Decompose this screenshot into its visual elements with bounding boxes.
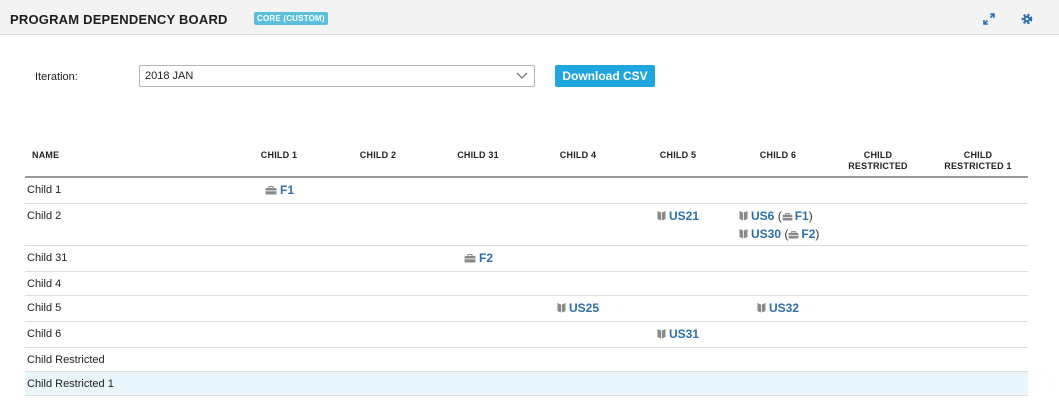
feature-icon	[265, 186, 277, 195]
table-row: Child 4	[25, 272, 1028, 296]
column-header-8: CHILD RESTRICTED 1	[944, 150, 1012, 171]
row-name: Child Restricted	[27, 354, 105, 366]
column-header-6: CHILD 6	[759, 150, 797, 160]
board-header: PROGRAM DEPENDENCY BOARD CORE (CUSTOM)	[0, 0, 1059, 35]
row-name: Child 2	[27, 210, 62, 222]
feature-icon	[788, 231, 799, 239]
story-link-us30[interactable]: US30 (F2)	[739, 227, 819, 241]
column-header-0: NAME	[32, 150, 60, 160]
table-row: Child 31 F2	[25, 246, 1028, 272]
column-header-7: CHILD RESTRICTED	[848, 150, 908, 171]
story-link-us21[interactable]: US21	[657, 209, 699, 223]
row-name: Child 4	[27, 278, 62, 290]
table-row: Child 6 US31	[25, 322, 1028, 348]
story-link-us32[interactable]: US32	[757, 301, 799, 315]
story-link-us6[interactable]: US6 (F1)	[739, 209, 813, 223]
story-icon	[739, 211, 748, 221]
column-header-4: CHILD 4	[559, 150, 597, 160]
row-name: Child 31	[27, 252, 68, 264]
story-icon	[557, 303, 566, 313]
table-row: Child 5 US25 US32	[25, 296, 1028, 322]
story-link-us25[interactable]: US25	[557, 301, 599, 315]
column-header-2: CHILD 2	[359, 150, 397, 160]
row-name: Child Restricted 1	[27, 378, 114, 390]
feature-icon	[464, 254, 476, 263]
story-icon	[657, 211, 666, 221]
table-header-row: NAME CHILD 1 CHILD 2 CHILD 31 CHILD 4 CHILD 5…	[25, 140, 1028, 178]
column-header-1: CHILD 1	[260, 150, 298, 160]
column-header-5: CHILD 5	[659, 150, 697, 160]
type-badge: CORE (CUSTOM)	[254, 12, 328, 25]
feature-link-f2[interactable]: F2	[464, 251, 493, 265]
download-csv-button[interactable]: Download CSV	[555, 65, 655, 87]
table-row: Child Restricted 1	[25, 372, 1028, 396]
story-icon	[657, 329, 666, 339]
row-name: Child 5	[27, 302, 62, 314]
row-name: Child 6	[27, 328, 62, 340]
iteration-value: 2018 JAN	[145, 70, 194, 82]
feature-link-f1[interactable]: F1	[265, 183, 294, 197]
gear-icon[interactable]	[1020, 12, 1034, 26]
story-icon	[757, 303, 766, 313]
column-header-3: CHILD 31	[457, 150, 499, 160]
story-icon	[739, 229, 748, 239]
table-row: Child 2 US21 US6 (F1) US30 (F2)	[25, 204, 1028, 246]
iteration-label: Iteration:	[35, 71, 78, 83]
iteration-select[interactable]: 2018 JAN	[139, 65, 535, 87]
story-link-us31[interactable]: US31	[657, 327, 699, 341]
table-row: Child Restricted	[25, 348, 1028, 372]
table-body: Child 1 F1 Child 2 US21 US6 (F1) US30 (F2) Chi…	[25, 178, 1028, 396]
page-title: PROGRAM DEPENDENCY BOARD	[10, 12, 228, 27]
chevron-down-icon	[516, 72, 528, 79]
table-row: Child 1 F1	[25, 178, 1028, 204]
dependency-table: NAME CHILD 1 CHILD 2 CHILD 31 CHILD 4 CHILD 5…	[25, 140, 1028, 396]
expand-icon[interactable]	[982, 12, 996, 26]
feature-icon	[782, 213, 793, 221]
row-name: Child 1	[27, 184, 62, 196]
